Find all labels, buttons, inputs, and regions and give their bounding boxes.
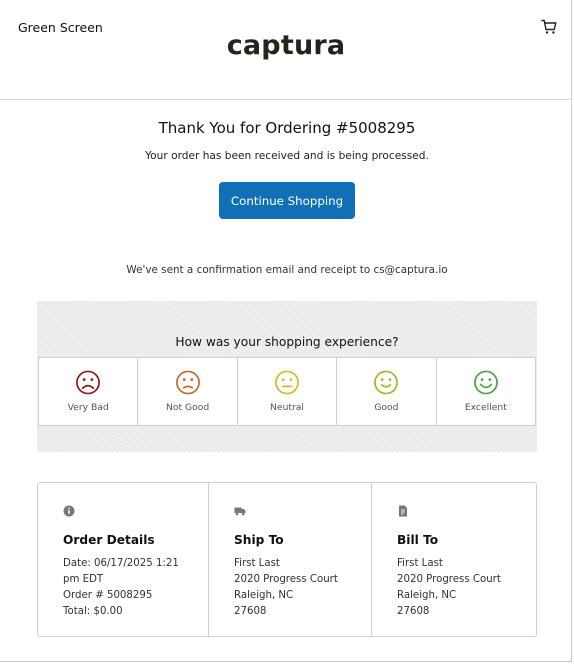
bill-to-name: First Last bbox=[397, 558, 443, 569]
bill-to-column: Bill To First Last 2020 Progress Court R… bbox=[372, 483, 536, 636]
bill-to-zip: 27608 bbox=[397, 606, 430, 617]
order-date: Date: 06/17/2025 1:21 bbox=[63, 558, 179, 569]
order-summary: Order Details Date: 06/17/2025 1:21 pm E… bbox=[37, 482, 537, 637]
continue-shopping-button[interactable]: Continue Shopping bbox=[219, 182, 355, 219]
ship-to-title: Ship To bbox=[234, 533, 284, 547]
ship-to-street: 2020 Progress Court bbox=[234, 574, 338, 585]
order-time: pm EDT bbox=[63, 574, 104, 585]
invoice-icon bbox=[399, 505, 407, 517]
rating-label: Not Good bbox=[166, 402, 210, 413]
order-details-lines: Date: 06/17/2025 1:21 pm EDT Order # 500… bbox=[63, 556, 179, 620]
info-icon bbox=[63, 505, 75, 517]
bill-to-city: Raleigh, NC bbox=[397, 590, 457, 601]
big-smile-face-icon bbox=[473, 370, 498, 395]
brand-logo[interactable]: captura bbox=[0, 30, 572, 61]
bill-to-title: Bill To bbox=[397, 533, 439, 547]
order-details-title: Order Details bbox=[63, 533, 155, 547]
rating-option-excellent[interactable]: Excellent bbox=[437, 358, 535, 425]
neutral-face-icon bbox=[275, 370, 299, 395]
survey-question: How was your shopping experience? bbox=[175, 335, 399, 349]
sad-face-icon bbox=[175, 370, 200, 395]
rating-option-neutral[interactable]: Neutral bbox=[238, 358, 338, 425]
ship-to-name: First Last bbox=[234, 558, 280, 569]
rating-option-very-bad[interactable]: Very Bad bbox=[39, 358, 139, 425]
order-total: Total: $0.00 bbox=[63, 606, 123, 617]
rating-label: Excellent bbox=[464, 402, 507, 413]
order-details-column: Order Details Date: 06/17/2025 1:21 pm E… bbox=[38, 483, 209, 636]
confirmation-subtitle: Your order has been received and is bein… bbox=[145, 150, 429, 162]
rating-option-good[interactable]: Good bbox=[337, 358, 437, 425]
rating-label: Good bbox=[374, 402, 399, 413]
truck-icon bbox=[234, 507, 246, 516]
ship-to-zip: 27608 bbox=[234, 606, 267, 617]
rating-label: Neutral bbox=[270, 402, 304, 413]
bill-to-address: First Last 2020 Progress Court Raleigh, … bbox=[397, 556, 501, 620]
experience-survey: How was your shopping experience? Very B… bbox=[37, 301, 537, 452]
ship-to-city: Raleigh, NC bbox=[234, 590, 294, 601]
rating-options: Very Bad Not Good Neutral Good Excellent bbox=[38, 357, 536, 426]
email-confirmation-note: We've sent a confirmation email and rece… bbox=[126, 264, 448, 276]
smile-face-icon bbox=[374, 370, 399, 395]
bill-to-street: 2020 Progress Court bbox=[397, 574, 501, 585]
order-number: Order # 5008295 bbox=[63, 590, 153, 601]
cart-icon[interactable] bbox=[541, 19, 557, 35]
ship-to-address: First Last 2020 Progress Court Raleigh, … bbox=[234, 556, 338, 620]
rating-option-not-good[interactable]: Not Good bbox=[138, 358, 238, 425]
ship-to-column: Ship To First Last 2020 Progress Court R… bbox=[209, 483, 372, 636]
header-divider bbox=[0, 99, 572, 100]
header: Green Screen captura bbox=[0, 0, 572, 100]
rating-label: Very Bad bbox=[67, 402, 109, 413]
very-sad-face-icon bbox=[76, 370, 101, 395]
page-title: Thank You for Ordering #5008295 bbox=[158, 119, 416, 137]
